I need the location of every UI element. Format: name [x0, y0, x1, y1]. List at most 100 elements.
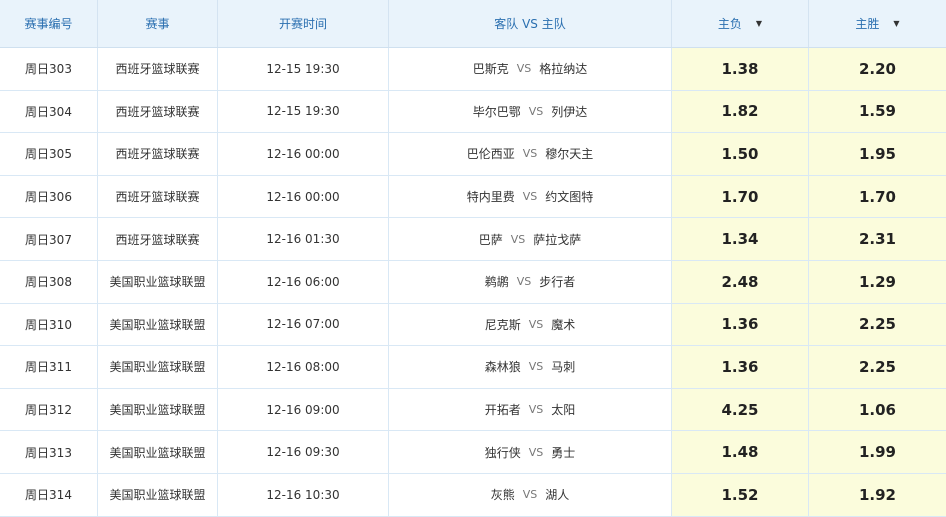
odds-home-win[interactable]: 1.29 — [809, 260, 946, 303]
vs-label: VS — [522, 488, 538, 502]
odds-home-win[interactable]: 1.70 — [809, 175, 946, 218]
odds-home-win[interactable]: 1.59 — [809, 90, 946, 133]
match-id: 周日314 — [0, 473, 98, 516]
match-id: 周日308 — [0, 260, 98, 303]
vs-label: VS — [528, 317, 544, 331]
odds-home-lose[interactable]: 1.70 — [672, 175, 809, 218]
odds-home-win[interactable]: 2.20 — [809, 48, 946, 90]
league-name: 西班牙篮球联赛 — [98, 175, 218, 218]
league-name: 美国职业篮球联盟 — [98, 388, 218, 431]
home-team: 格拉纳达 — [539, 62, 588, 77]
start-time: 12-16 00:00 — [218, 133, 389, 175]
away-team: 独行侠 — [484, 445, 521, 460]
table-row: 周日307 西班牙篮球联赛 12-16 01:30 巴萨 VS 萨拉戈萨 1.3… — [0, 218, 946, 261]
start-time: 12-16 08:00 — [218, 346, 389, 388]
league-name: 美国职业篮球联盟 — [98, 303, 218, 346]
odds-home-lose[interactable]: 4.25 — [672, 388, 809, 431]
table-row: 周日313 美国职业篮球联盟 12-16 09:30 独行侠 VS 勇士 1.4… — [0, 431, 946, 474]
odds-home-lose[interactable]: 1.36 — [672, 303, 809, 346]
home-team: 湖人 — [545, 488, 570, 503]
table-row: 周日314 美国职业篮球联盟 12-16 10:30 灰熊 VS 湖人 1.52… — [0, 473, 946, 517]
away-team: 森林狼 — [484, 360, 521, 375]
home-team: 列伊达 — [551, 104, 588, 119]
start-time: 12-15 19:30 — [218, 48, 389, 90]
table-row: 周日303 西班牙篮球联赛 12-15 19:30 巴斯克 VS 格拉纳达 1.… — [0, 48, 946, 91]
table-row: 周日304 西班牙篮球联赛 12-15 19:30 毕尔巴鄂 VS 列伊达 1.… — [0, 90, 946, 134]
start-time: 12-16 10:30 — [218, 473, 389, 516]
header-home-win-label: 主胜 — [855, 17, 880, 31]
header-start-time: 开赛时间 — [218, 0, 389, 47]
teams: 尼克斯 VS 魔术 — [389, 303, 672, 346]
header-teams: 客队 VS 主队 — [389, 0, 672, 47]
odds-home-win[interactable]: 1.92 — [809, 473, 946, 516]
start-time: 12-16 06:00 — [218, 260, 389, 303]
vs-label: VS — [522, 147, 538, 161]
away-team: 巴萨 — [478, 232, 503, 247]
teams: 巴伦西亚 VS 穆尔天主 — [389, 133, 672, 175]
caret-down-icon[interactable]: ▼ — [893, 19, 899, 28]
teams: 特内里费 VS 约文图特 — [389, 175, 672, 218]
away-team: 灰熊 — [490, 488, 515, 503]
home-team: 魔术 — [551, 317, 576, 332]
home-team: 穆尔天主 — [545, 147, 594, 162]
match-id: 周日313 — [0, 431, 98, 473]
league-name: 美国职业篮球联盟 — [98, 473, 218, 516]
teams: 巴斯克 VS 格拉纳达 — [389, 48, 672, 90]
odds-home-lose[interactable]: 1.50 — [672, 133, 809, 175]
vs-label: VS — [510, 232, 526, 246]
league-name: 西班牙篮球联赛 — [98, 90, 218, 133]
table-row: 周日311 美国职业篮球联盟 12-16 08:00 森林狼 VS 马刺 1.3… — [0, 346, 946, 389]
odds-home-win[interactable]: 2.25 — [809, 346, 946, 388]
table-row: 周日306 西班牙篮球联赛 12-16 00:00 特内里费 VS 约文图特 1… — [0, 175, 946, 219]
teams: 毕尔巴鄂 VS 列伊达 — [389, 90, 672, 133]
odds-home-lose[interactable]: 1.36 — [672, 346, 809, 388]
header-home-lose[interactable]: 主负 ▼ — [672, 0, 809, 47]
away-team: 巴伦西亚 — [466, 147, 515, 162]
teams: 鹈鹕 VS 步行者 — [389, 260, 672, 303]
teams: 巴萨 VS 萨拉戈萨 — [389, 218, 672, 260]
odds-home-lose[interactable]: 1.48 — [672, 431, 809, 473]
match-id: 周日306 — [0, 175, 98, 218]
match-id: 周日304 — [0, 90, 98, 133]
vs-label: VS — [528, 104, 544, 118]
vs-label: VS — [528, 360, 544, 374]
start-time: 12-16 09:30 — [218, 431, 389, 473]
away-team: 尼克斯 — [484, 317, 521, 332]
header-home-lose-label: 主负 — [717, 17, 742, 31]
teams: 灰熊 VS 湖人 — [389, 473, 672, 516]
odds-home-win[interactable]: 1.99 — [809, 431, 946, 473]
home-team: 太阳 — [551, 403, 576, 418]
league-name: 美国职业篮球联盟 — [98, 431, 218, 473]
league-name: 西班牙篮球联赛 — [98, 133, 218, 175]
header-home-win[interactable]: 主胜 ▼ — [809, 0, 946, 47]
odds-home-win[interactable]: 2.31 — [809, 218, 946, 260]
teams: 森林狼 VS 马刺 — [389, 346, 672, 388]
start-time: 12-16 07:00 — [218, 303, 389, 346]
table-header: 赛事编号 赛事 开赛时间 客队 VS 主队 主负 ▼ 主胜 ▼ — [0, 0, 946, 48]
odds-home-lose[interactable]: 1.82 — [672, 90, 809, 133]
table-body: 周日303 西班牙篮球联赛 12-15 19:30 巴斯克 VS 格拉纳达 1.… — [0, 48, 946, 517]
match-id: 周日307 — [0, 218, 98, 260]
home-team: 约文图特 — [545, 190, 594, 205]
home-team: 萨拉戈萨 — [533, 232, 582, 247]
home-team: 勇士 — [551, 445, 576, 460]
league-name: 美国职业篮球联盟 — [98, 346, 218, 388]
odds-home-lose[interactable]: 1.34 — [672, 218, 809, 260]
odds-home-win[interactable]: 2.25 — [809, 303, 946, 346]
league-name: 西班牙篮球联赛 — [98, 218, 218, 260]
start-time: 12-16 09:00 — [218, 388, 389, 431]
odds-home-lose[interactable]: 1.38 — [672, 48, 809, 90]
caret-down-icon[interactable]: ▼ — [756, 19, 762, 28]
start-time: 12-16 00:00 — [218, 175, 389, 218]
odds-home-win[interactable]: 1.95 — [809, 133, 946, 175]
match-id: 周日303 — [0, 48, 98, 90]
start-time: 12-16 01:30 — [218, 218, 389, 260]
odds-home-lose[interactable]: 2.48 — [672, 260, 809, 303]
match-id: 周日312 — [0, 388, 98, 431]
header-league: 赛事 — [98, 0, 218, 47]
table-row: 周日305 西班牙篮球联赛 12-16 00:00 巴伦西亚 VS 穆尔天主 1… — [0, 133, 946, 176]
odds-home-lose[interactable]: 1.52 — [672, 473, 809, 516]
start-time: 12-15 19:30 — [218, 90, 389, 133]
odds-home-win[interactable]: 1.06 — [809, 388, 946, 431]
table-row: 周日312 美国职业篮球联盟 12-16 09:00 开拓者 VS 太阳 4.2… — [0, 388, 946, 432]
